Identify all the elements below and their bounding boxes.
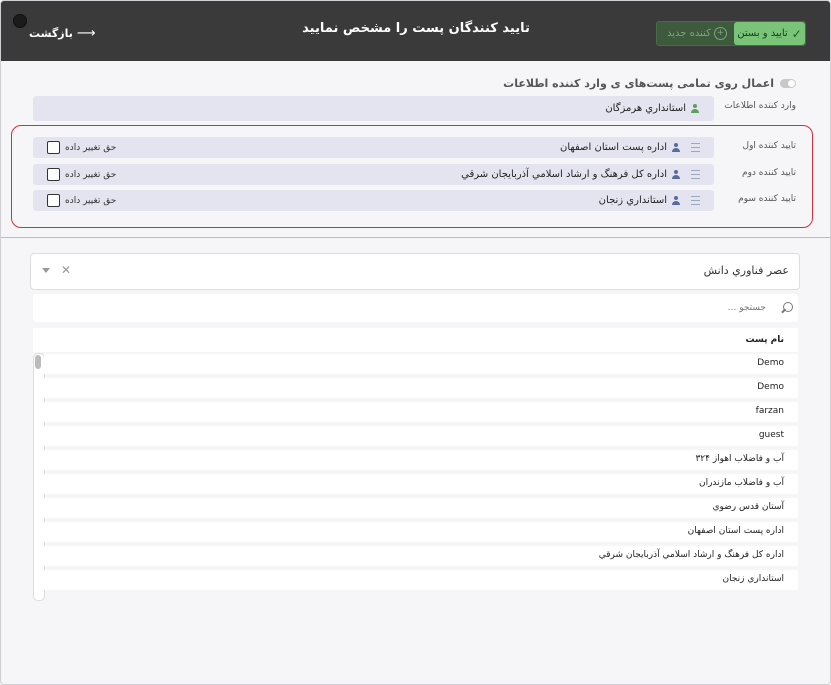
drag-handle-icon[interactable] [691,196,700,205]
entry-value: استانداري هرمزگان [605,103,686,114]
user-icon [671,142,681,153]
organization-select[interactable]: عصر فناوري دانش ✕ [30,253,800,290]
row-label: Demo [757,382,784,392]
clear-icon[interactable]: ✕ [61,263,71,277]
header-actions: کننده جدید + تایید و بستن ✓ [656,21,806,46]
column-header-post-name: نام پست [745,335,784,345]
checkmark-icon: ✓ [791,26,802,41]
apply-all-row: اعمال روی تمامی پست‌های ی وارد کننده اطل… [503,77,796,90]
organization-value: عصر فناوري دانش [703,264,789,277]
approver-label: تایید کننده اول [742,141,796,151]
permission-label: حق تغییر داده [65,169,117,180]
new-author-label: کننده جدید [667,28,711,39]
approver-field-2[interactable]: اداره کل فرهنگ و ارشاد اسلامي آذربايجان … [33,164,714,185]
permission-checkbox[interactable] [47,168,60,181]
apply-all-label: اعمال روی تمامی پست‌های ی وارد کننده اطل… [503,77,774,90]
row-label: اداره کل فرهنگ و ارشاد اسلامي آذربايجان … [598,550,784,560]
user-icon [671,195,681,206]
approver-field-1[interactable]: اداره پست استان اصفهان حق تغییر داده [33,137,714,158]
back-label: بازگشت [29,27,73,40]
table-row[interactable]: آب و فاضلاب مازندران [44,474,798,494]
row-label: guest [758,430,784,440]
permission-checkbox[interactable] [47,141,60,154]
entry-content: استانداري هرمزگان [605,96,700,121]
new-author-button[interactable]: کننده جدید + [667,27,727,40]
table-row[interactable]: اداره پست استان اصفهان [44,522,798,542]
permission-checkbox[interactable] [47,194,60,207]
row-label: اداره پست استان اصفهان [687,526,784,536]
dialog-window: بازگشت ⟶ تایید کنندگان پست را مشخص نمایی… [0,0,831,685]
row-label: آب و فاضلاب مازندران [698,478,784,488]
permission-option: حق تغییر داده [47,190,116,211]
permission-option: حق تغییر داده [47,164,116,185]
drag-handle-icon[interactable] [691,170,700,179]
approver-label: تایید کننده دوم [742,168,796,178]
approver-content: اداره پست استان اصفهان [560,137,700,158]
table-row[interactable]: اداره کل فرهنگ و ارشاد اسلامي آذربايجان … [44,546,798,566]
permission-label: حق تغییر داده [65,142,117,153]
table-header: نام پست [33,328,798,352]
approver-value: اداره پست استان اصفهان [559,142,667,153]
row-label: Demo [757,358,784,368]
search-input[interactable] [464,299,768,317]
table-row[interactable]: farzan [44,402,798,422]
user-icon [690,103,700,114]
section-divider [1,237,830,238]
row-label: استانداري زنجان [722,574,785,584]
entry-label: وارد کننده اطلاعات [724,101,796,111]
approver-content: اداره کل فرهنگ و ارشاد اسلامي آذربايجان … [461,164,700,185]
dialog-title: تایید کنندگان پست را مشخص نمایید [302,21,530,36]
apply-all-toggle[interactable] [780,79,796,88]
arrow-right-icon: ⟶ [76,26,96,41]
back-button[interactable]: بازگشت ⟶ [29,26,95,41]
table-row[interactable]: guest [44,426,798,446]
scrollbar-thumb[interactable] [35,355,41,369]
table-row[interactable]: Demo [44,354,798,374]
approver-value: استانداري زنجان [598,195,667,206]
confirm-close-label: تایید و بستن [737,28,788,39]
row-label: آب و فاضلاب اهواز ۳۲۴ [695,454,784,464]
approver-value: اداره کل فرهنگ و ارشاد اسلامي آذربايجان … [461,169,667,180]
entry-field[interactable]: استانداري هرمزگان [33,96,714,121]
approver-content: استانداري زنجان [599,190,700,211]
confirm-close-button[interactable]: تایید و بستن ✓ [734,22,805,45]
approver-field-3[interactable]: استانداري زنجان حق تغییر داده [33,190,714,211]
dialog-header: بازگشت ⟶ تایید کنندگان پست را مشخص نمایی… [1,1,830,61]
plus-icon: + [713,27,727,40]
row-label: آستان قدس رضوي [712,502,784,512]
table-row[interactable]: آب و فاضلاب اهواز ۳۲۴ [44,450,798,470]
window-dot-icon [13,14,27,28]
search-icon [783,302,793,312]
user-icon [671,169,681,180]
approver-label: تایید کننده سوم [738,194,796,204]
table-row[interactable]: Demo [44,378,798,398]
chevron-down-icon[interactable] [42,268,50,273]
drag-handle-icon[interactable] [691,143,700,152]
table-row[interactable]: استانداري زنجان [44,570,798,590]
permission-option: حق تغییر داده [47,137,116,158]
row-label: farzan [755,406,784,416]
search-bar [33,294,798,322]
permission-label: حق تغییر داده [65,195,117,206]
table-row[interactable]: آستان قدس رضوي [44,498,798,518]
